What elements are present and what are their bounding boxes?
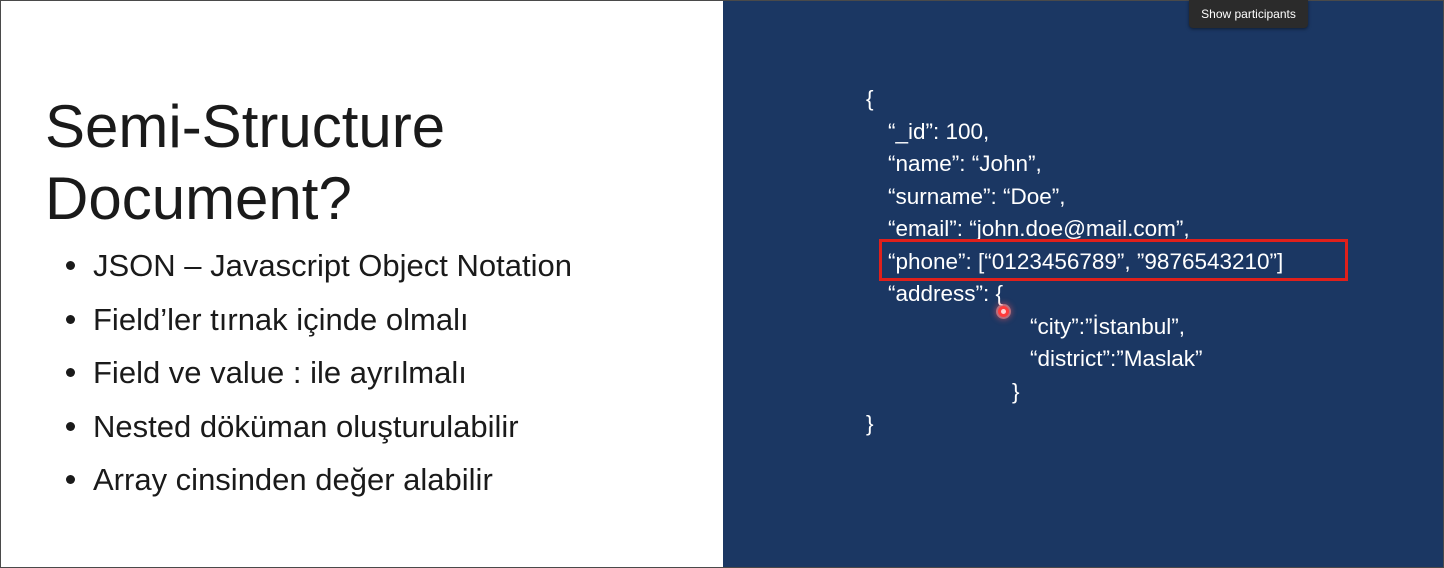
code-line: “name”: “John”, [888, 151, 1042, 176]
phone-highlight-box [879, 239, 1348, 281]
code-line: “city”:”İstanbul”, [1030, 313, 1186, 339]
bullet-item: Array cinsinden değer alabilir [63, 453, 572, 507]
code-line: “surname”: “Doe”, [888, 183, 1066, 209]
bullet-dot-icon [66, 368, 75, 378]
bullet-dot-icon [66, 421, 75, 431]
bullet-item: Field’ler tırnak içinde olmalı [63, 293, 572, 347]
bullet-dot-icon [66, 475, 75, 485]
bullet-item: JSON – Javascript Object Notation [63, 239, 572, 293]
laser-pointer-icon [998, 306, 1009, 317]
bullet-dot-icon [66, 314, 75, 324]
bullet-item: Nested döküman oluşturulabilir [63, 400, 572, 454]
bullet-text: Field’ler tırnak içinde olmalı [93, 301, 469, 337]
code-line: “_id”: 100, [888, 118, 990, 144]
bullet-list: JSON – Javascript Object Notation Field’… [63, 239, 572, 507]
title-line: Semi-Structure [45, 93, 446, 161]
code-line: } [1012, 378, 1020, 404]
bullet-text: Nested döküman oluşturulabilir [93, 408, 519, 444]
presentation-slide: Semi-Structure Document? JSON – Javascri… [0, 0, 1444, 568]
bullet-text: JSON – Javascript Object Notation [93, 248, 572, 283]
code-line: { [866, 86, 874, 111]
bullet-text: Field ve value : ile ayrılmalı [93, 355, 467, 391]
code-line: } [866, 411, 874, 436]
code-line: “district”:”Maslak” [1030, 346, 1203, 371]
show-participants-tooltip: Show participants [1189, 0, 1308, 28]
bullet-text: Array cinsinden değer alabilir [93, 462, 493, 498]
bullet-item: Field ve value : ile ayrılmalı [63, 346, 572, 400]
slide-title: Semi-Structure Document? [45, 91, 685, 235]
bullet-dot-icon [66, 261, 75, 270]
code-line: “address”: { [888, 281, 1004, 306]
slide-left-panel: Semi-Structure Document? JSON – Javascri… [1, 1, 723, 567]
title-line: Document? [45, 165, 352, 233]
